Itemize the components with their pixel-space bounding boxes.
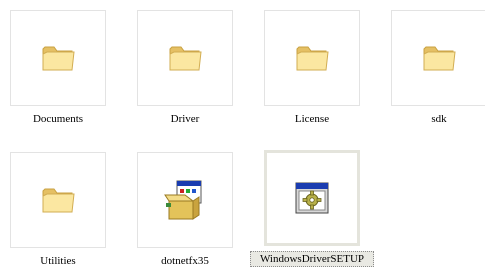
file-name: Driver	[170, 113, 200, 125]
file-view: { "items": [ {"name": "Documents", "type…	[0, 0, 485, 267]
setup-gear-icon	[295, 182, 329, 214]
thumbnail-frame	[137, 152, 233, 248]
thumbnail-frame	[264, 10, 360, 106]
file-name: sdk	[431, 113, 447, 125]
folder-icon	[42, 46, 75, 71]
folder-icon	[169, 46, 202, 71]
thumbnail-frame	[10, 10, 106, 106]
folder-icon	[423, 46, 456, 71]
thumbnail-frame	[10, 152, 106, 248]
thumbnail-frame	[391, 10, 485, 106]
file-name: dotnetfx35	[161, 255, 209, 267]
thumbnail-frame	[137, 10, 233, 106]
installer-box-icon	[164, 180, 202, 220]
folder-icon	[296, 46, 329, 71]
file-name: Utilities	[40, 255, 76, 267]
thumbnail-frame	[264, 150, 360, 246]
folder-icon	[42, 188, 75, 213]
file-name: Documents	[32, 113, 84, 125]
file-name: License	[294, 113, 330, 125]
